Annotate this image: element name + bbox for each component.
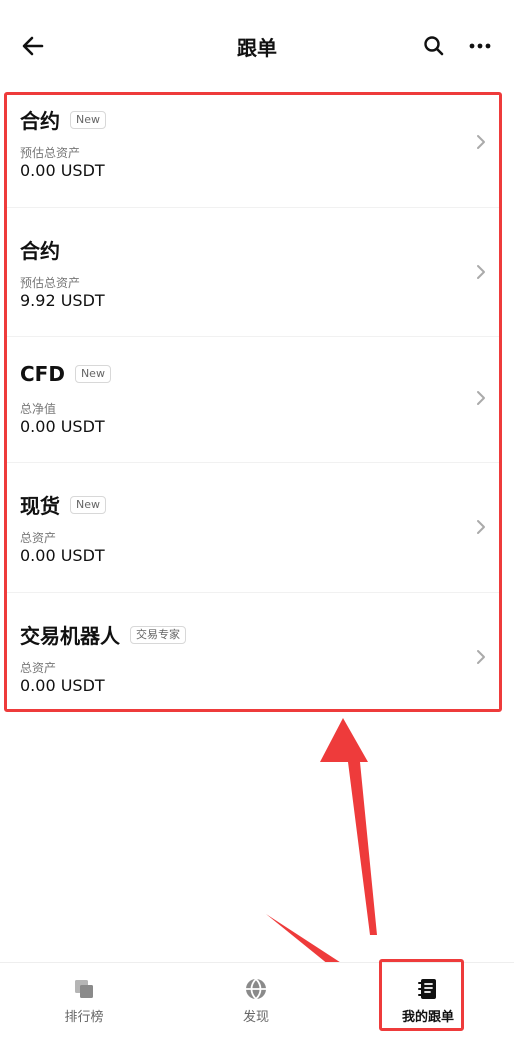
more-options-button[interactable] [468, 36, 492, 56]
row-title: 合约 [20, 239, 60, 263]
row-title: CFD [20, 362, 65, 386]
nav-highlight-box [379, 959, 464, 1031]
row-value: 9.92 USDT [20, 291, 105, 310]
new-badge: New [70, 110, 106, 129]
row-sublabel: 预估总资产 [20, 276, 81, 290]
account-row-spot[interactable]: 现货 New 总资产 0.00 USDT [7, 462, 499, 592]
row-value: 0.00 USDT [20, 161, 105, 180]
copy-icon [75, 980, 93, 998]
nav-item-discover[interactable]: 发现 [196, 963, 316, 1045]
row-value: 0.00 USDT [20, 417, 105, 436]
new-badge: New [70, 495, 106, 514]
more-dots-icon [469, 43, 491, 49]
row-value: 0.00 USDT [20, 676, 105, 695]
new-badge: New [74, 365, 111, 383]
row-title: 合约 [20, 109, 60, 133]
account-row-cfd[interactable]: CFD New 总净值 0.00 USDT [7, 336, 499, 462]
row-sublabel: 总资产 [20, 531, 57, 545]
row-title: 现货 [20, 494, 60, 518]
row-sublabel: 总资产 [20, 661, 57, 675]
account-row-futures[interactable]: 合约 预估总资产 9.92 USDT [7, 207, 499, 336]
top-bar: 跟单 [0, 0, 514, 92]
search-icon [424, 36, 444, 56]
row-value: 0.00 USDT [20, 546, 105, 565]
chevron-right-icon [477, 135, 485, 149]
chevron-right-icon [477, 650, 485, 664]
nav-label: 发现 [242, 1010, 269, 1025]
chevron-right-icon [477, 520, 485, 534]
account-row-futures-new[interactable]: 合约 New 预估总资产 0.00 USDT [7, 95, 499, 207]
row-sublabel: 总净值 [20, 402, 57, 416]
expert-badge: 交易专家 [130, 625, 186, 644]
globe-icon [246, 978, 266, 1000]
nav-label: 排行榜 [64, 1010, 104, 1025]
row-sublabel: 预估总资产 [20, 146, 81, 160]
account-list: 合约 New 预估总资产 0.00 USDT 合约 预估总资产 9.92 USD… [4, 92, 502, 712]
chevron-right-icon [477, 265, 485, 279]
row-title: 交易机器人 [20, 624, 120, 648]
chevron-right-icon [477, 391, 485, 405]
nav-item-leaderboard[interactable]: 排行榜 [24, 963, 144, 1045]
account-row-trading-bot[interactable]: 交易机器人 交易专家 总资产 0.00 USDT [7, 592, 499, 709]
search-button[interactable] [422, 34, 446, 58]
